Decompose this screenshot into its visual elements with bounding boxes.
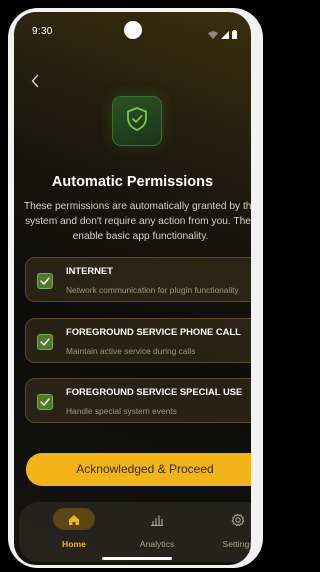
bar-chart-icon xyxy=(150,513,164,531)
nav-label-settings: Settings xyxy=(222,539,251,549)
page-description: These permissions are automatically gran… xyxy=(23,201,251,242)
app-screen: 9:30 Automatic Permissions These permiss… xyxy=(14,12,251,565)
nav-item-settings[interactable]: Settings xyxy=(203,502,251,562)
nav-icon-container xyxy=(137,513,177,531)
home-indicator[interactable] xyxy=(102,557,172,560)
checkmark-icon xyxy=(40,333,50,351)
permission-description: Network communication for plugin functio… xyxy=(66,285,239,295)
nav-item-home[interactable]: Home xyxy=(39,502,109,562)
shield-check-icon xyxy=(125,106,149,137)
nav-icon-container xyxy=(54,513,94,531)
bottom-navigation: Home Analytics Settings xyxy=(19,502,251,562)
nav-label-analytics: Analytics xyxy=(139,539,175,549)
checkmark-icon xyxy=(40,272,50,290)
battery-icon xyxy=(232,26,237,44)
permission-description: Maintain active service during calls xyxy=(66,346,196,356)
status-icons xyxy=(208,26,237,44)
permission-card-foreground-special-use: FOREGROUND SERVICE SPECIAL USE Handle sp… xyxy=(25,378,251,423)
permission-card-foreground-phone-call: FOREGROUND SERVICE PHONE CALL Maintain a… xyxy=(25,318,251,363)
back-button[interactable] xyxy=(26,74,44,92)
permission-checkbox xyxy=(37,394,53,410)
home-icon xyxy=(68,513,80,531)
permission-description: Handle special system events xyxy=(66,406,177,416)
front-camera xyxy=(124,21,142,39)
gear-icon xyxy=(231,513,245,532)
permission-checkbox xyxy=(37,273,53,289)
nav-icon-container xyxy=(218,513,251,531)
nav-label-home: Home xyxy=(62,539,86,549)
cellular-signal-icon xyxy=(221,26,229,44)
checkmark-icon xyxy=(40,393,50,411)
chevron-left-icon xyxy=(30,74,40,93)
wifi-icon xyxy=(208,26,218,44)
status-bar: 9:30 xyxy=(14,12,251,56)
permission-title: FOREGROUND SERVICE SPECIAL USE xyxy=(66,386,243,397)
permission-title: FOREGROUND SERVICE PHONE CALL xyxy=(66,326,241,337)
hero-icon-tile xyxy=(112,96,162,146)
permission-checkbox xyxy=(37,334,53,350)
status-time: 9:30 xyxy=(32,26,53,37)
nav-item-analytics[interactable]: Analytics xyxy=(122,502,192,562)
permission-card-internet: INTERNET Network communication for plugi… xyxy=(25,257,251,302)
acknowledge-proceed-button[interactable]: Acknowledged & Proceed xyxy=(26,453,251,486)
permission-title: INTERNET xyxy=(66,265,113,276)
page-title: Automatic Permissions xyxy=(51,174,214,190)
